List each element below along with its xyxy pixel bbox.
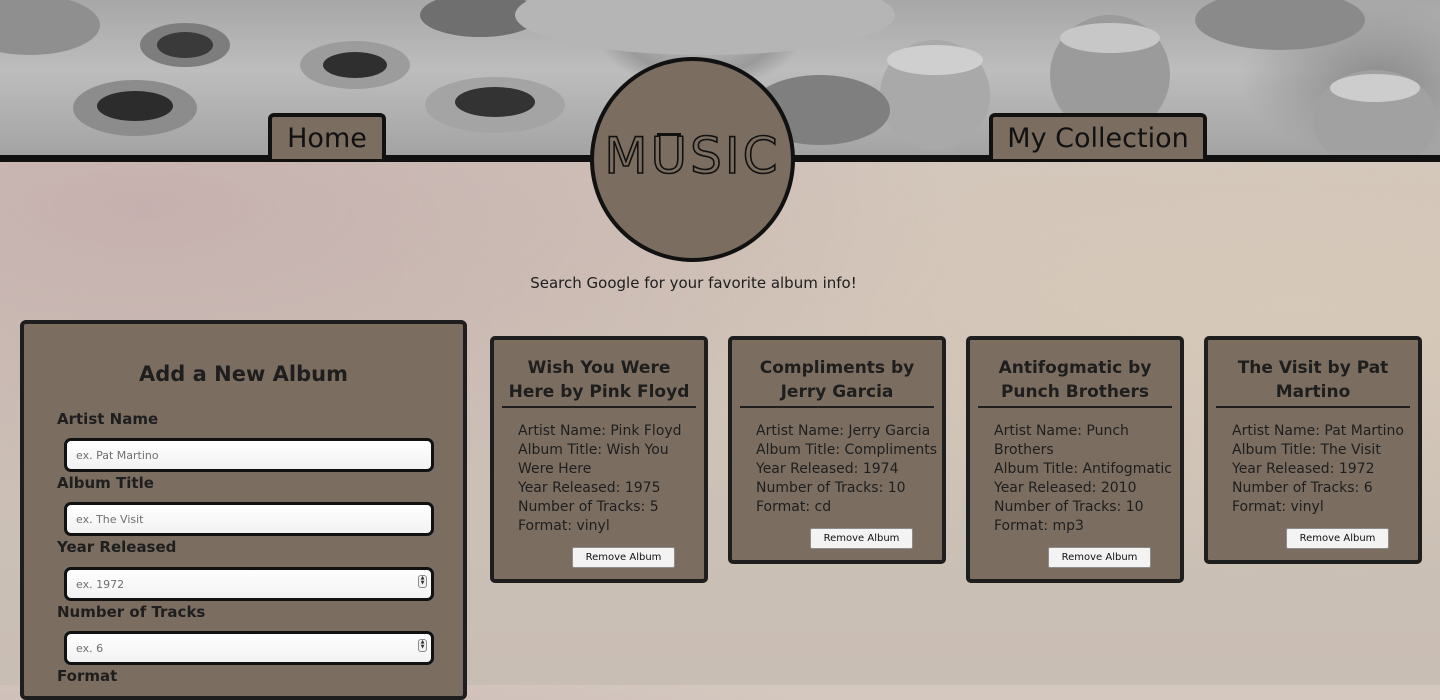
album-format: Format: vinyl [518, 518, 610, 534]
year-released-input[interactable] [64, 567, 434, 601]
album-artist: Artist Name: Pat Martino [1232, 423, 1404, 439]
album-title-label: Album Title [57, 474, 154, 492]
year-released-field: ▲▼ [64, 567, 434, 601]
album-card-title: Compliments by Jerry Garcia [740, 356, 934, 408]
album-title: Album Title: Wish You Were Here [518, 442, 669, 477]
remove-album-button[interactable]: Remove Album [810, 528, 913, 549]
album-card: Antifogmatic by Punch Brothers Artist Na… [966, 336, 1184, 583]
album-title-input[interactable] [64, 502, 434, 536]
album-year: Year Released: 1972 [1232, 461, 1375, 477]
form-title: Add a New Album [139, 362, 348, 386]
album-format: Format: cd [756, 499, 832, 515]
year-released-label: Year Released [57, 538, 177, 556]
format-label: Format [57, 667, 118, 685]
album-artist: Artist Name: Jerry Garcia [756, 423, 931, 439]
album-artist: Artist Name: Pink Floyd [518, 423, 682, 439]
album-year: Year Released: 2010 [994, 480, 1137, 496]
music-logo[interactable]: MUSIC [590, 57, 795, 262]
album-card: Compliments by Jerry Garcia Artist Name:… [728, 336, 946, 564]
album-card-title: Antifogmatic by Punch Brothers [978, 356, 1172, 408]
album-title: Album Title: Compliments [756, 442, 938, 458]
album-year: Year Released: 1974 [756, 461, 899, 477]
album-title: Album Title: The Visit [1232, 442, 1381, 458]
remove-album-button[interactable]: Remove Album [1286, 528, 1389, 549]
album-tracks: Number of Tracks: 10 [994, 499, 1144, 515]
album-tracks: Number of Tracks: 5 [518, 499, 659, 515]
artist-name-input[interactable] [64, 438, 434, 472]
album-card-details: Artist Name: Pat Martino Album Title: Th… [1208, 408, 1418, 517]
tracks-stepper-icon[interactable]: ▲ ▼ [418, 639, 427, 652]
number-of-tracks-field: ▲▼ [64, 631, 434, 665]
album-card-details: Artist Name: Punch Brothers Album Title:… [970, 408, 1180, 536]
nav-tab-my-collection[interactable]: My Collection [989, 113, 1207, 159]
album-card-details: Artist Name: Pink Floyd Album Title: Wis… [494, 408, 704, 536]
album-card-details: Artist Name: Jerry Garcia Album Title: C… [732, 408, 942, 517]
search-tagline: Search Google for your favorite album in… [530, 274, 857, 292]
album-format: Format: mp3 [994, 518, 1084, 534]
logo-text: MUSIC [604, 126, 781, 186]
album-tracks: Number of Tracks: 6 [1232, 480, 1373, 496]
album-title: Album Title: Antifogmatic [994, 461, 1172, 477]
album-card-title: Wish You Were Here by Pink Floyd [502, 356, 696, 408]
artist-name-label: Artist Name [57, 410, 159, 428]
album-tracks: Number of Tracks: 10 [756, 480, 906, 496]
remove-album-button[interactable]: Remove Album [1048, 547, 1151, 568]
album-artist: Artist Name: Punch Brothers [994, 423, 1129, 458]
album-card: The Visit by Pat Martino Artist Name: Pa… [1204, 336, 1422, 564]
add-album-form: Add a New Album Artist Name Album Title … [20, 320, 467, 700]
year-stepper-icon[interactable]: ▲ ▼ [418, 575, 427, 588]
logo-macron [657, 133, 681, 136]
remove-album-button[interactable]: Remove Album [572, 547, 675, 568]
number-of-tracks-label: Number of Tracks [57, 603, 206, 621]
album-card: Wish You Were Here by Pink Floyd Artist … [490, 336, 708, 583]
album-format: Format: vinyl [1232, 499, 1324, 515]
nav-tab-home[interactable]: Home [268, 113, 386, 159]
album-year: Year Released: 1975 [518, 480, 661, 496]
number-of-tracks-input[interactable] [64, 631, 434, 665]
album-card-title: The Visit by Pat Martino [1216, 356, 1410, 408]
